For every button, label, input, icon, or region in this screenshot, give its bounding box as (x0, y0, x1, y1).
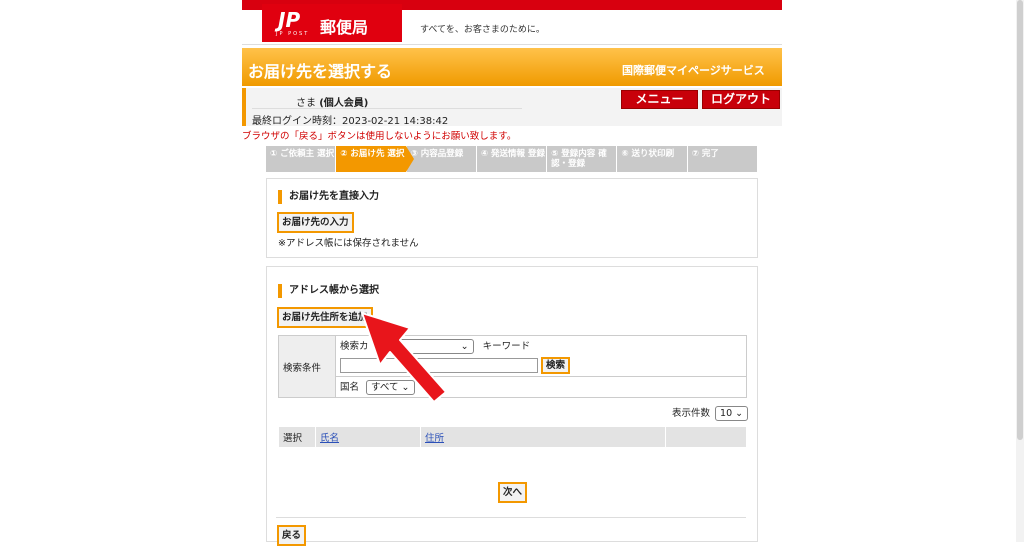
logo-text: 郵便局 (320, 18, 369, 37)
last-login-label: 最終ログイン時刻： (252, 116, 342, 127)
menu-button[interactable]: メニュー (621, 90, 698, 109)
progress-steps: ① ご依頼主 選択 ② お届け先 選択 ③ 内容品登録 ④ 発送情報 登録 ⑤ … (266, 146, 758, 172)
step-4: ④ 発送情報 登録 (476, 146, 548, 172)
scrollbar-thumb[interactable] (1017, 0, 1023, 440)
search-button[interactable]: 検索 (541, 357, 571, 374)
scrollbar[interactable] (1016, 0, 1024, 542)
address-book-heading: アドレス帳から選択 (278, 284, 379, 298)
jp-logo-mark: JP POST (276, 31, 310, 37)
page-title: お届け先を選択する (248, 62, 393, 81)
col-address-header[interactable]: 住所 (420, 426, 666, 448)
sort-by-name-link[interactable]: 氏名 (320, 433, 339, 444)
user-info-accent (242, 88, 246, 126)
last-login-value: 2023-02-21 14:38:42 (342, 116, 449, 127)
header-divider (242, 44, 782, 45)
arrow-shape (361, 312, 447, 403)
step-3: ③ 内容品登録 (406, 146, 477, 172)
search-conditions-table: 検索条件 検索カ 氏名 ⌄ キーワード 検索 国名 すべて ⌄ (278, 335, 747, 398)
next-button[interactable]: 次へ (498, 482, 528, 503)
direct-input-note: ※アドレス帳には保存されません (278, 238, 419, 249)
display-count-value: 10 (720, 408, 733, 419)
direct-input-heading: お届け先を直接入力 (278, 190, 379, 204)
step-1: ① ご依頼主 選択 (266, 146, 337, 172)
step-7: ⑦ 完了 (687, 146, 758, 172)
sort-by-address-link[interactable]: 住所 (425, 433, 444, 444)
country-label: 国名 (340, 382, 360, 393)
step-5: ⑤ 登録内容 確認・登録 (547, 146, 618, 172)
chevron-down-icon: ⌄ (735, 408, 744, 419)
back-button[interactable]: 戻る (277, 525, 307, 546)
user-name: さま (個人会員) (296, 94, 368, 109)
display-count-label: 表示件数 (672, 408, 711, 419)
red-arrow-annotation (361, 312, 447, 403)
display-count-select[interactable]: 10 ⌄ (715, 406, 749, 421)
step-6: ⑥ 送り状印刷 (617, 146, 688, 172)
search-conditions-label: 検索条件 (278, 335, 336, 398)
panel-divider (276, 517, 746, 518)
logout-button[interactable]: ログアウト (702, 90, 780, 109)
tagline: すべてを、お客さまのために。 (420, 25, 545, 35)
back-button-warning: ブラウザの「戻る」ボタンは使用しないようにお願い致します。 (242, 131, 517, 142)
service-name: 国際郵便マイページサービス (622, 64, 765, 77)
keyword-label: キーワード (482, 341, 531, 352)
add-address-button[interactable]: お届け先住所を追加 (277, 307, 373, 328)
address-results-table: 選択 氏名 住所 (278, 426, 747, 448)
jp-post-logo[interactable]: JP JP POST 郵便局 (262, 4, 402, 42)
last-login: 最終ログイン時刻：2023-02-21 14:38:42 (252, 112, 448, 127)
display-count: 表示件数 10 ⌄ (672, 405, 749, 421)
enter-recipient-button[interactable]: お届け先の入力 (277, 212, 354, 233)
col-select-header: 選択 (278, 426, 316, 448)
col-extra-header (665, 426, 747, 448)
user-divider (252, 108, 522, 109)
col-name-header[interactable]: 氏名 (315, 426, 421, 448)
chevron-down-icon: ⌄ (460, 341, 469, 352)
jp-logo-icon: JP (278, 8, 301, 32)
step-2-active: ② お届け先 選択 (336, 146, 414, 172)
